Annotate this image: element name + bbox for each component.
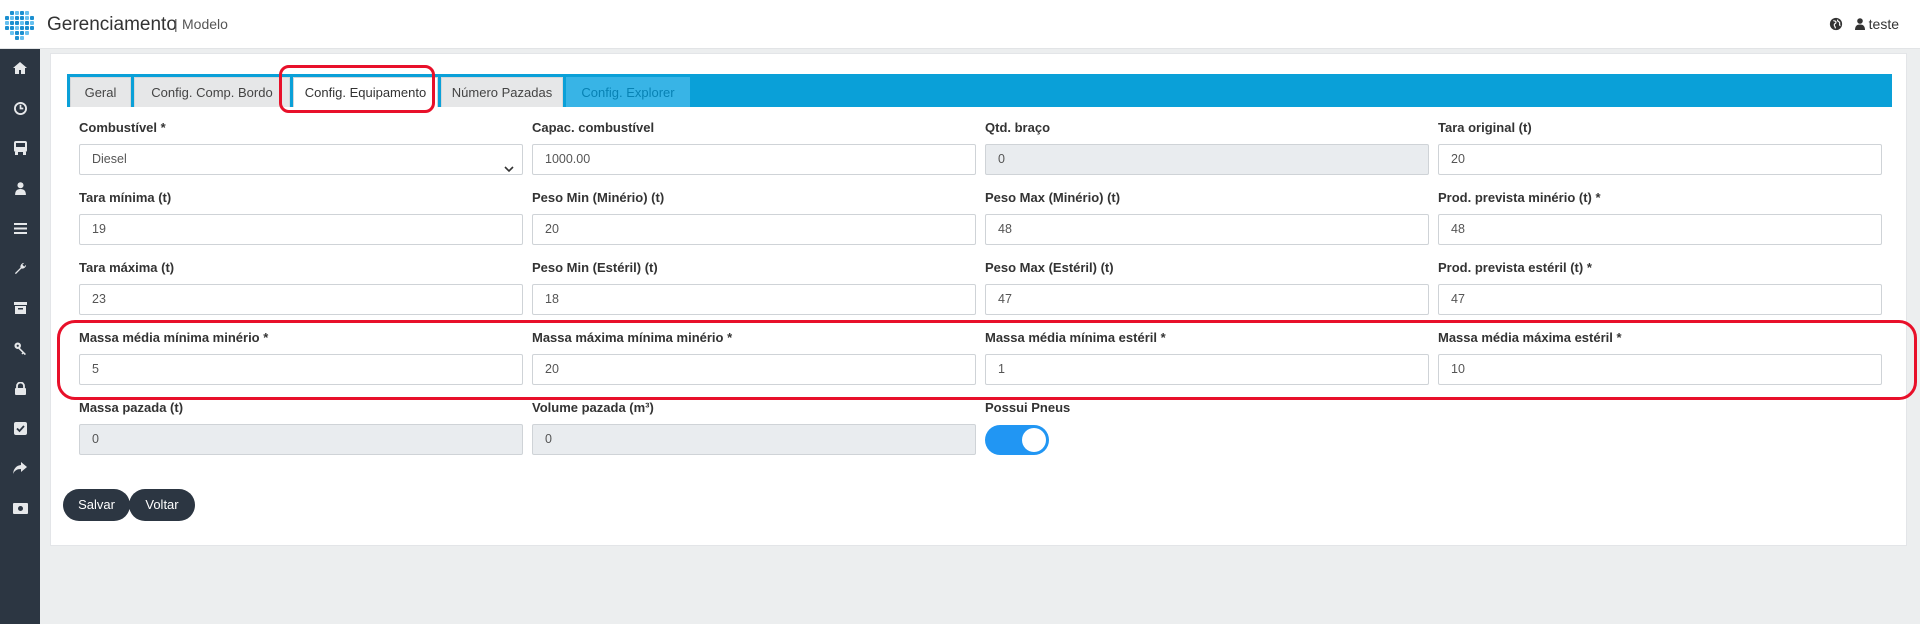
combustivel-select[interactable]: Diesel [79,144,523,175]
peso-min-esteril-input[interactable]: 18 [532,284,976,315]
capac-combustivel-input[interactable]: 1000.00 [532,144,976,175]
save-button[interactable]: Salvar [63,489,130,521]
peso-max-minerio-input[interactable]: 48 [985,214,1429,245]
user-menu[interactable]: teste [1854,16,1899,32]
annotation-tab-highlight [279,65,435,113]
menu-icon[interactable] [10,218,30,238]
volume-pazada-label: Volume pazada (m³) [532,400,654,415]
peso-min-esteril-label: Peso Min (Estéril) (t) [532,260,658,275]
tab-geral[interactable]: Geral [70,77,131,107]
tab-config-explorer: Config. Explorer [566,77,690,107]
tab-numero-pazadas[interactable]: Número Pazadas [441,77,563,107]
massa-pazada-input: 0 [79,424,523,455]
peso-min-minerio-label: Peso Min (Minério) (t) [532,190,665,205]
prod-prevista-esteril-input[interactable]: 47 [1438,284,1882,315]
peso-max-minerio-label: Peso Max (Minério) (t) [985,190,1121,205]
tara-original-input[interactable]: 20 [1438,144,1882,175]
chevron-down-icon [504,155,514,184]
peso-min-minerio-input[interactable]: 20 [532,214,976,245]
wrench-icon[interactable] [10,258,30,278]
prod-prevista-esteril-label: Prod. prevista estéril (t) * [1438,260,1592,275]
possui-pneus-toggle[interactable] [985,425,1049,455]
prod-prevista-minerio-label: Prod. prevista minério (t) * [1438,190,1601,205]
tara-minima-label: Tara mínima (t) [79,190,172,205]
check-square-icon[interactable] [10,418,30,438]
peso-max-esteril-label: Peso Max (Estéril) (t) [985,260,1114,275]
share-icon[interactable] [10,458,30,478]
tab-config-comp-bordo[interactable]: Config. Comp. Bordo [134,77,290,107]
logo-icon [5,11,35,41]
massa-pazada-label: Massa pazada (t) [79,400,184,415]
bus-icon[interactable] [10,138,30,158]
tara-maxima-label: Tara máxima (t) [79,260,175,275]
key-icon[interactable] [10,338,30,358]
top-bar: Gerenciamento | Modelo teste [0,0,1920,49]
qtd-braco-label: Qtd. braço [985,120,1051,135]
combustivel-value: Diesel [92,152,127,166]
clock-icon[interactable] [10,98,30,118]
toggle-knob [1022,428,1046,452]
combustivel-label: Combustível * [79,120,166,135]
header-separator: | [174,16,178,32]
capac-combustivel-label: Capac. combustível [532,120,655,135]
volume-pazada-input: 0 [532,424,976,455]
tara-maxima-input[interactable]: 23 [79,284,523,315]
user-name: teste [1868,16,1899,32]
possui-pneus-label: Possui Pneus [985,400,1071,415]
globe-icon[interactable] [1829,17,1843,31]
tara-minima-input[interactable]: 19 [79,214,523,245]
lock-icon[interactable] [10,378,30,398]
tara-original-label: Tara original (t) [1438,120,1532,135]
sidebar [0,49,40,624]
archive-icon[interactable] [10,298,30,318]
page-subtitle: Modelo [182,16,228,32]
prod-prevista-minerio-input[interactable]: 48 [1438,214,1882,245]
back-button[interactable]: Voltar [129,489,195,521]
peso-max-esteril-input[interactable]: 47 [985,284,1429,315]
annotation-row-highlight [57,320,1917,400]
user-icon [1854,18,1865,30]
app-title: Gerenciamento [47,14,177,35]
home-icon[interactable] [10,58,30,78]
qtd-braco-input: 0 [985,144,1429,175]
money-icon[interactable] [10,498,30,518]
user-icon[interactable] [10,178,30,198]
main-card: Geral Config. Comp. Bordo Config. Equipa… [50,53,1907,546]
